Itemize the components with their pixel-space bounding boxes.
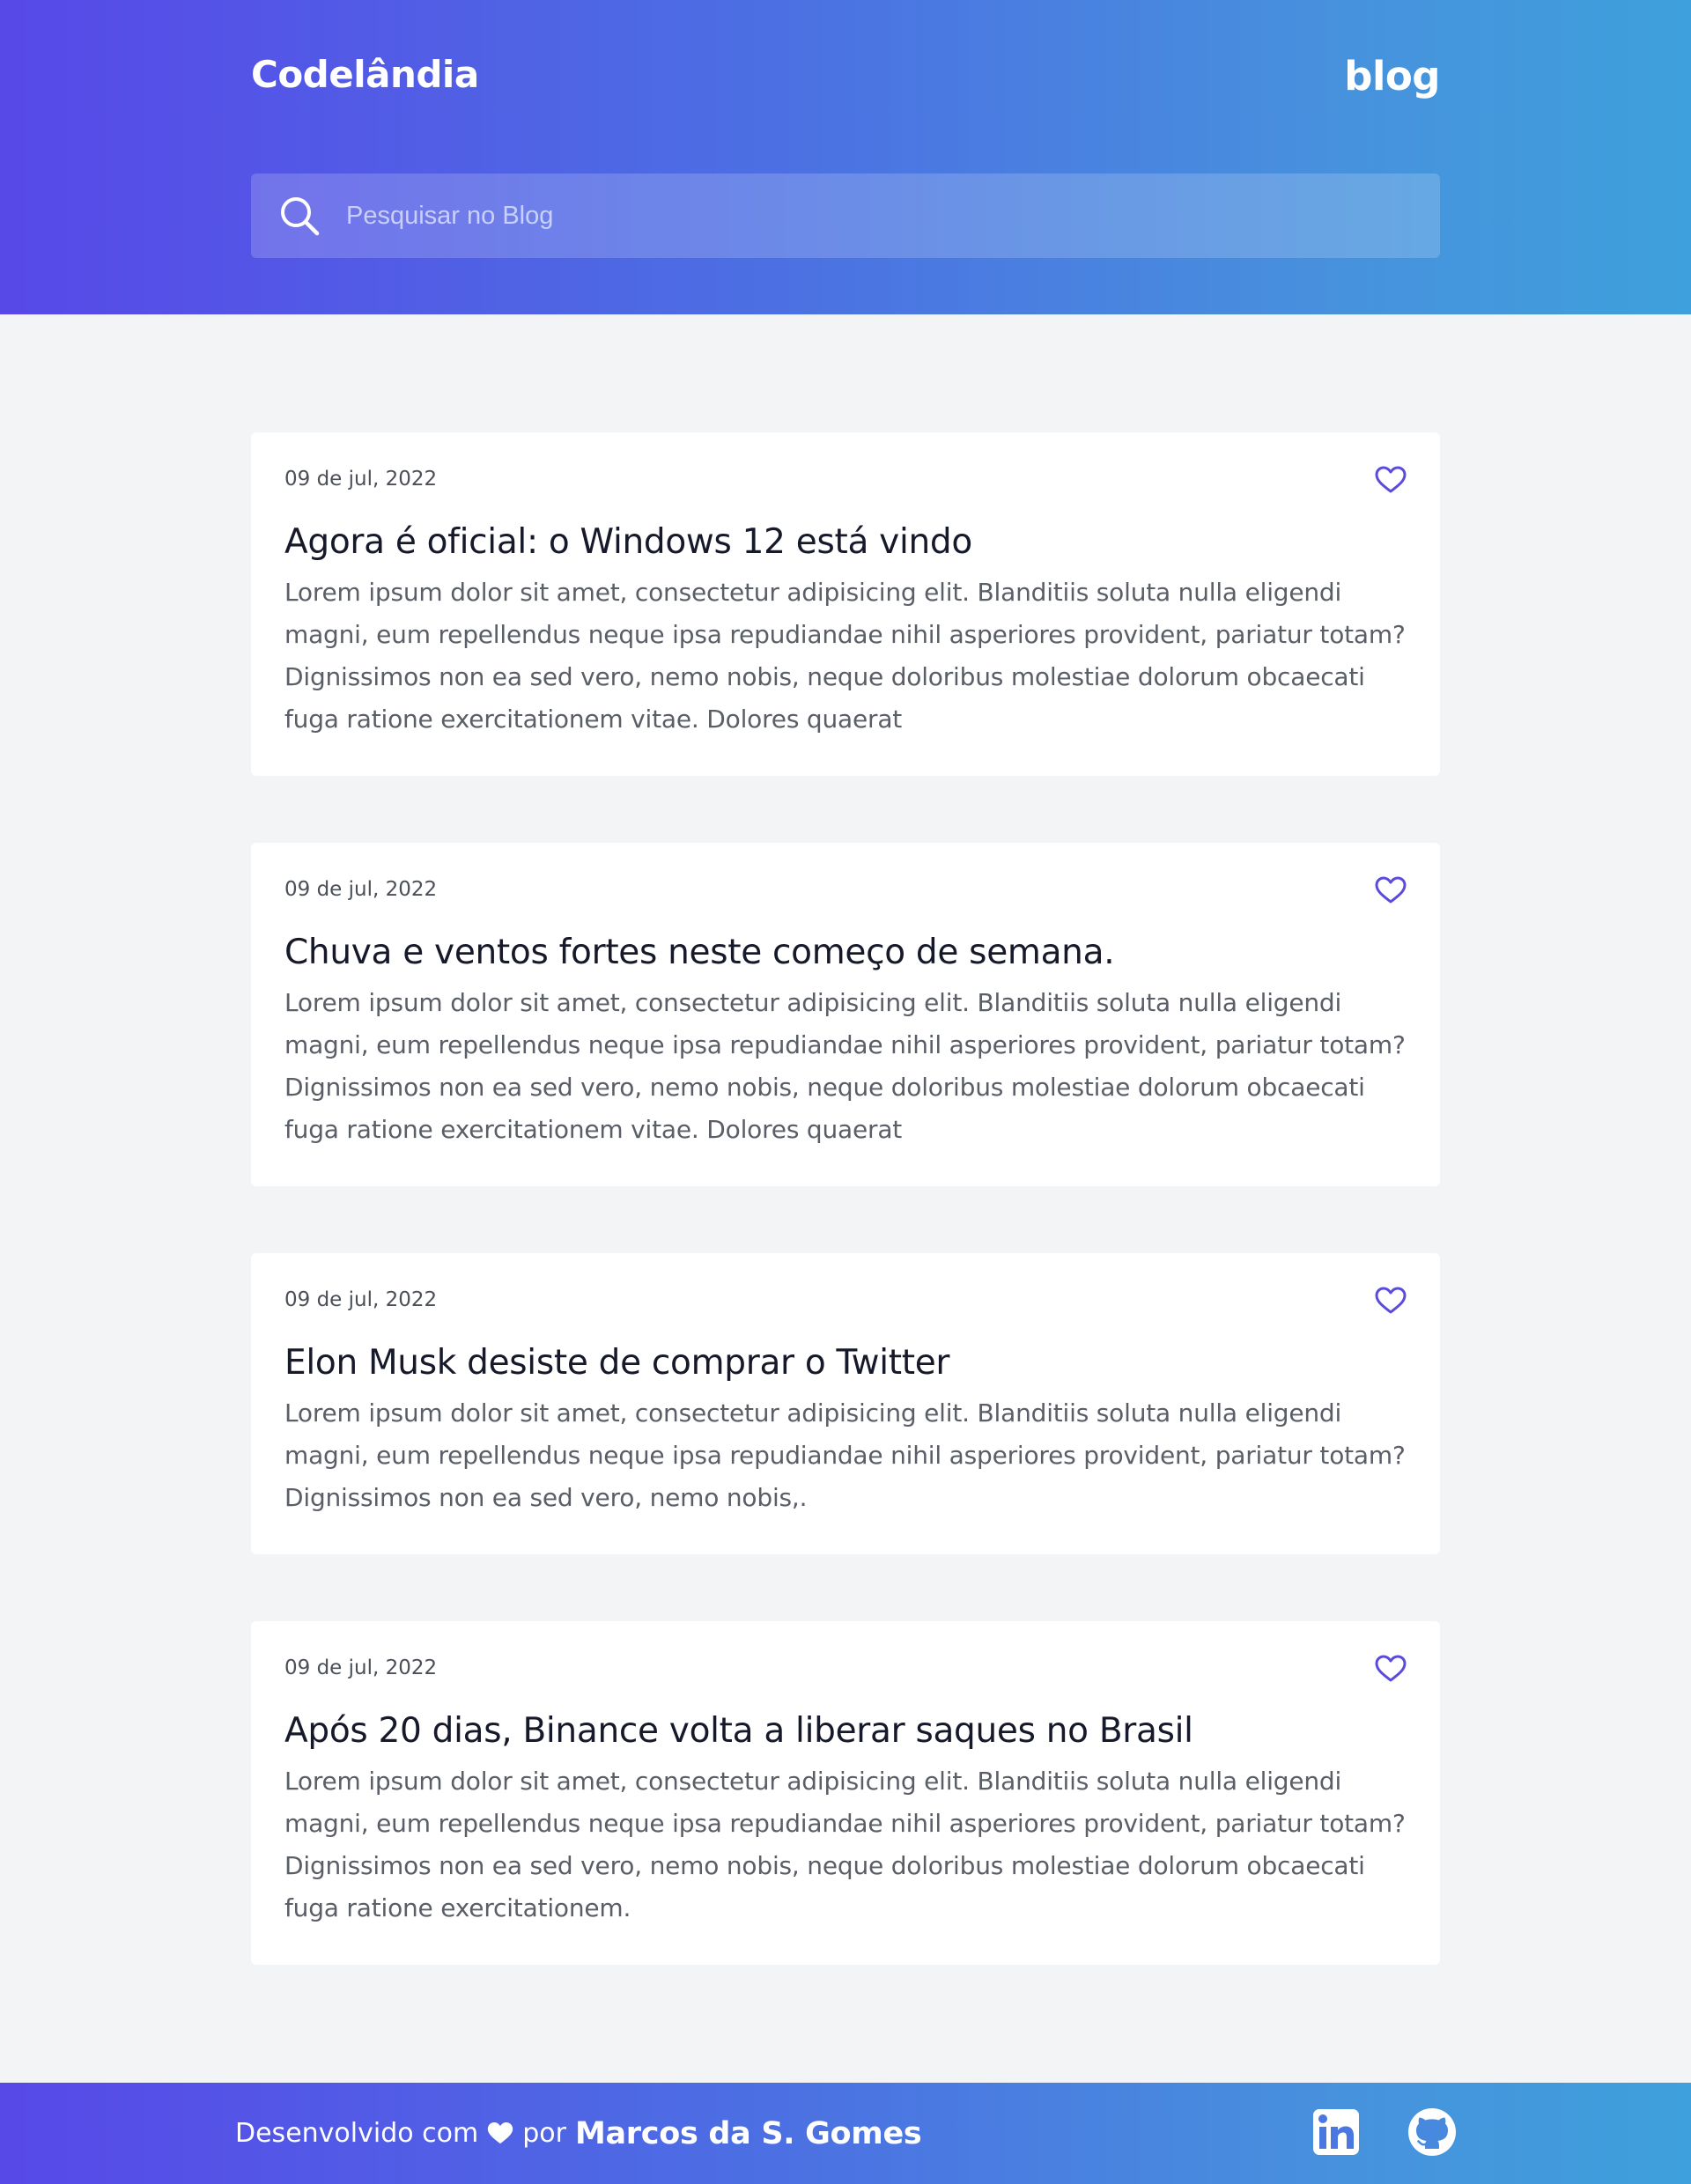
search-bar[interactable] [251,173,1440,258]
author-link[interactable]: Marcos da S. Gomes [575,2116,922,2151]
heart-icon [487,2121,513,2145]
credit-middle: por [522,2118,566,2149]
site-header: Codelândia blog [0,0,1691,314]
credit-prefix: Desenvolvido com [235,2118,479,2149]
post-card[interactable]: 09 de jul, 2022 Agora é oficial: o Windo… [251,432,1440,776]
post-list: 09 de jul, 2022 Agora é oficial: o Windo… [251,432,1440,2032]
post-card[interactable]: 09 de jul, 2022 Chuva e ventos fortes ne… [251,843,1440,1186]
github-icon [1407,2107,1457,2160]
search-input[interactable] [336,173,1440,258]
linkedin-link[interactable] [1310,2083,1362,2184]
heart-icon[interactable] [1373,1283,1408,1318]
post-excerpt: Lorem ipsum dolor sit amet, consectetur … [284,1767,1406,1922]
github-link[interactable] [1406,2083,1458,2184]
post-date: 09 de jul, 2022 [284,468,438,491]
post-date: 09 de jul, 2022 [284,878,438,901]
post-title[interactable]: Agora é oficial: o Windows 12 está vindo [284,520,1407,564]
post-card[interactable]: 09 de jul, 2022 Elon Musk desiste de com… [251,1253,1440,1554]
post-title[interactable]: Chuva e ventos fortes neste começo de se… [284,931,1407,975]
post-excerpt: Lorem ipsum dolor sit amet, consectetur … [284,578,1406,734]
post-excerpt: Lorem ipsum dolor sit amet, consectetur … [284,988,1406,1144]
heart-icon[interactable] [1373,1651,1408,1686]
nav-blog-link[interactable]: blog [1344,53,1440,100]
brand-logo[interactable]: Codelândia [251,53,479,96]
search-icon[interactable] [251,173,336,258]
linkedin-icon [1312,2108,1360,2159]
post-title[interactable]: Após 20 dias, Binance volta a liberar sa… [284,1709,1407,1753]
site-footer: Desenvolvido com por Marcos da S. Gomes [0,2083,1691,2184]
post-date: 09 de jul, 2022 [284,1656,438,1679]
post-card[interactable]: 09 de jul, 2022 Após 20 dias, Binance vo… [251,1621,1440,1965]
post-excerpt: Lorem ipsum dolor sit amet, consectetur … [284,1398,1406,1512]
post-date: 09 de jul, 2022 [284,1288,438,1311]
heart-icon[interactable] [1373,873,1408,908]
heart-icon[interactable] [1373,462,1408,498]
footer-credit: Desenvolvido com por Marcos da S. Gomes [235,2083,922,2184]
post-title[interactable]: Elon Musk desiste de comprar o Twitter [284,1341,1407,1385]
